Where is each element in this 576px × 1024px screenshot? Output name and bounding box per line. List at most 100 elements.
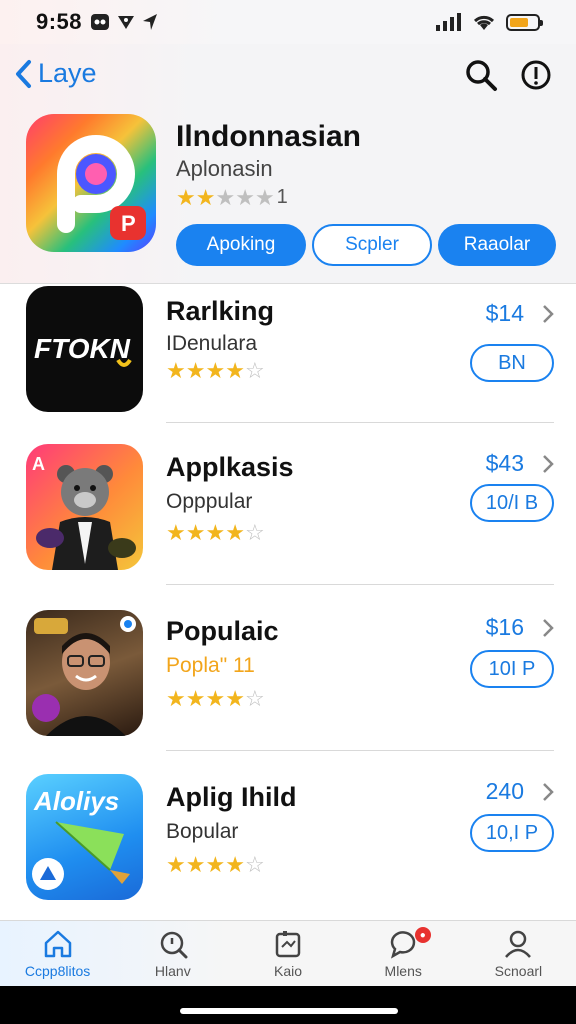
star-icon: ☆ (244, 686, 265, 711)
pill-ranking[interactable]: Apoking (176, 224, 306, 266)
tab-messages[interactable]: ● Mlens (346, 921, 461, 986)
star-icon: ★ (195, 184, 216, 210)
pill-regular[interactable]: Raaolar (438, 224, 556, 266)
app-name: Aplig Ihild (166, 782, 297, 812)
list-item[interactable]: Populaic Popla" 11 ★ ★ ★ ★ ☆ $16 10I P (0, 608, 576, 772)
chevron-right-icon[interactable] (542, 454, 554, 474)
info-button[interactable] (520, 58, 552, 97)
tab-label: Kaio (273, 963, 303, 979)
home-indicator[interactable] (180, 1008, 398, 1014)
status-system-icons (436, 13, 543, 31)
notification-badge: ● (414, 927, 431, 943)
wifi-icon (473, 15, 495, 30)
list-item[interactable]: Aloliys Aplig Ihild Bopular ★ ★ ★ ★ ☆ 240 10… (0, 774, 576, 938)
star-icon: ★ (166, 358, 186, 383)
star-icon: ★ (254, 184, 275, 210)
tab-profile[interactable]: Scnoarl (461, 921, 576, 986)
pill-popular[interactable]: Scpler (312, 224, 432, 266)
tab-bar: Ccpp8litos Hlanv Kaio ● Mlens Scnoarl (0, 920, 576, 986)
row-divider (166, 584, 554, 585)
row-divider (166, 422, 554, 423)
tab-label: Mlens (384, 963, 422, 979)
star-icon: ★ (166, 520, 186, 545)
app-rating: ★ ★ ★ ★ ☆ (166, 522, 265, 544)
star-icon: ☆ (244, 852, 265, 877)
star-icon: ★ (205, 852, 226, 877)
app-rating: ★ ★ ★ ★ ☆ (166, 360, 265, 382)
app-name: Populaic (166, 616, 279, 646)
app-price: $14 (485, 300, 524, 326)
app-price: $16 (485, 614, 524, 640)
star-icon: ★ (176, 184, 196, 210)
app-price: $43 (485, 450, 524, 476)
svg-text:A: A (32, 454, 45, 474)
notification-icon (91, 14, 110, 30)
ftokn-logo-icon: FTOKN (34, 333, 132, 367)
tab-home[interactable]: Ccpp8litos (0, 921, 115, 986)
app-price: 240 (485, 778, 524, 804)
app-category: Opppular (166, 490, 253, 513)
featured-app-rating: ★ ★ ★ ★ ★ 1 (176, 186, 288, 209)
tab-search[interactable]: Hlanv (115, 921, 230, 986)
app-category: IDenulara (166, 332, 258, 355)
star-icon: ☆ (244, 358, 265, 383)
app-icon: FTOKN (26, 286, 143, 412)
app-icon: Aloliys (26, 774, 143, 900)
get-button[interactable]: 10I P (470, 650, 554, 688)
bear-mascot-icon: A (32, 454, 136, 570)
star-icon: ★ (225, 358, 245, 383)
kite-app-icon: Aloliys (32, 786, 130, 890)
list-item[interactable]: FTOKN Rarlking IDenulara ★ ★ ★ ★ ☆ $14 BN (0, 284, 576, 448)
get-button[interactable]: BN (470, 344, 554, 382)
star-half-icon: ★ (225, 520, 245, 545)
app-category: Bopular (166, 820, 239, 843)
tab-label: Hlanv (154, 963, 191, 979)
home-indicator-area (0, 986, 576, 1024)
app-name: Applkasis (166, 452, 294, 482)
star-icon: ★ (185, 358, 206, 383)
star-icon: ★ (166, 686, 186, 711)
search-icon (160, 931, 188, 959)
get-button[interactable]: 10/I B (470, 484, 554, 522)
svg-text:P: P (121, 211, 136, 236)
get-button[interactable]: 10,I P (470, 814, 554, 852)
featured-app-subtitle: Aplonasin (176, 156, 273, 181)
info-icon (521, 60, 551, 90)
search-icon (466, 60, 497, 91)
tab-games[interactable]: Kaio (230, 921, 345, 986)
status-time: 9:58 (36, 9, 83, 34)
star-icon: ★ (235, 184, 255, 210)
app-rating: ★ ★ ★ ★ ☆ (166, 688, 265, 710)
star-icon: ☆ (244, 520, 265, 545)
chevron-right-icon[interactable] (542, 618, 554, 638)
star-icon: ★ (185, 520, 206, 545)
featured-app-icon[interactable]: P (26, 114, 156, 252)
star-icon: ★ (205, 686, 226, 711)
status-bar: 9:58 (0, 0, 576, 44)
home-icon (44, 930, 71, 958)
tab-label: Scnoarl (494, 963, 543, 979)
star-icon: ★ (205, 520, 226, 545)
chat-icon (390, 931, 416, 959)
chevron-right-icon[interactable] (542, 782, 554, 802)
person-portrait-icon (32, 616, 136, 736)
search-button[interactable] (464, 58, 498, 97)
svg-text:Aloliys: Aloliys (33, 786, 119, 816)
camera-app-logo-icon: P (57, 135, 146, 240)
app-icon: A (26, 444, 143, 570)
signal-icon (436, 13, 461, 31)
location-icon (143, 14, 158, 30)
app-category: Popla" 11 (166, 654, 255, 677)
star-icon: ★ (185, 852, 206, 877)
svg-text:FTOKN: FTOKN (34, 333, 131, 364)
back-button[interactable]: Laye (14, 58, 97, 89)
app-name: Rarlking (166, 296, 275, 326)
chevron-right-icon[interactable] (542, 304, 554, 324)
list-item[interactable]: A Applkasis Opppular ★ ★ ★ ★ ☆ $43 10/I B (0, 442, 576, 606)
star-icon: ★ (166, 852, 186, 877)
status-notification-icons (90, 13, 158, 31)
star-icon: ★ (185, 686, 206, 711)
chevron-left-icon (16, 59, 31, 88)
app-alert-icon (118, 16, 135, 29)
nav-bar: Laye (0, 52, 576, 96)
